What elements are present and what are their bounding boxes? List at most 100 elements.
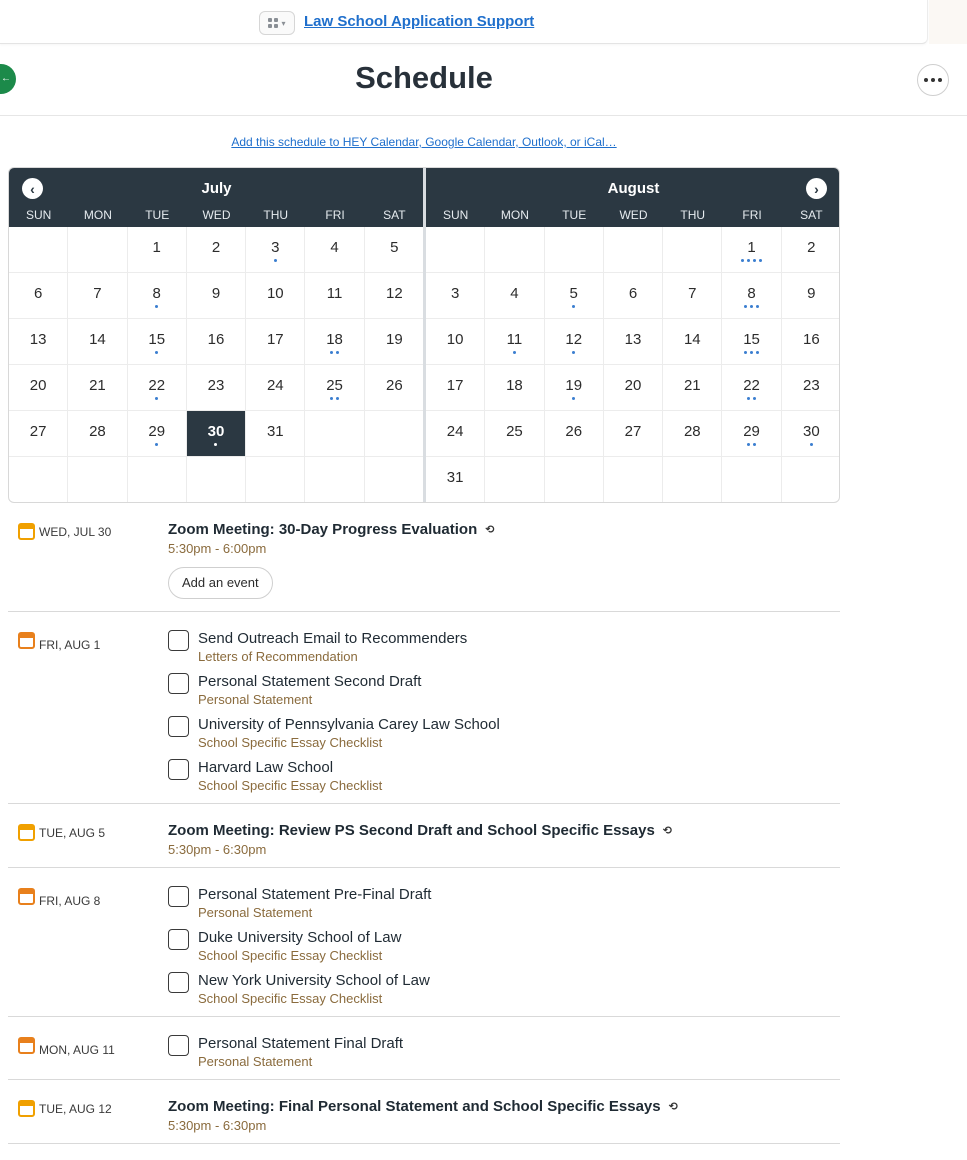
calendar-day[interactable]: 8 [722,273,782,319]
calendar-day[interactable]: 24 [426,411,486,457]
calendar-day[interactable]: 14 [663,319,723,365]
calendar-day[interactable]: 27 [9,411,69,457]
weekday-label: SUN [442,208,469,222]
calendar-day[interactable]: 3 [246,227,306,273]
todo-checkbox[interactable] [168,759,189,780]
calendar-day[interactable]: 8 [127,273,187,319]
calendar-day[interactable]: 7 [663,273,723,319]
calendar-day[interactable]: 14 [68,319,128,365]
calendar-day[interactable]: 4 [305,227,365,273]
project-link[interactable]: Law School Application Support [304,13,534,30]
todo-item: New York University School of Law School … [168,972,840,1006]
calendar-day[interactable]: 18 [485,365,545,411]
calendar-day[interactable]: 10 [426,319,486,365]
calendar-day[interactable]: 16 [186,319,247,365]
calendar-day[interactable]: 17 [426,365,486,411]
calendar-day[interactable]: 20 [9,365,69,411]
calendar-day[interactable]: 10 [246,273,306,319]
calendar-day[interactable]: 6 [603,273,664,319]
add-event-button[interactable]: Add an event [168,567,273,599]
todo-title[interactable]: Personal Statement Second Draft [198,673,421,690]
calendar-day[interactable]: 18 [305,319,365,365]
calendar-day[interactable]: 2 [781,227,839,273]
calendar-day[interactable]: 26 [364,365,424,411]
calendar-day[interactable]: 29 [722,411,782,457]
calendar-day[interactable]: 1 [722,227,782,273]
calendar-day[interactable]: 22 [127,365,187,411]
todo-title[interactable]: University of Pennsylvania Carey Law Sch… [198,716,500,733]
calendar-day[interactable]: 3 [426,273,486,319]
calendar-day[interactable]: 25 [305,365,365,411]
calendar-day[interactable]: 7 [68,273,128,319]
calendar-day[interactable]: 6 [9,273,69,319]
calendar-day[interactable]: 13 [9,319,69,365]
next-month-button[interactable]: › [806,178,827,199]
calendar-day[interactable]: 30 [781,411,839,457]
calendar-day[interactable]: 21 [663,365,723,411]
subscribe-calendar-link[interactable]: Add this schedule to HEY Calendar, Googl… [0,135,848,149]
calendar-day[interactable]: 15 [722,319,782,365]
event-dot [744,351,748,354]
calendar-day[interactable]: 12 [544,319,604,365]
calendar-empty-cell [305,411,365,457]
event-title[interactable]: Zoom Meeting: 30-Day Progress Evaluation… [168,521,840,538]
calendar-day[interactable]: 31 [246,411,306,457]
todo-checkbox[interactable] [168,630,189,651]
calendar-day[interactable]: 4 [485,273,545,319]
todo-title[interactable]: Personal Statement Final Draft [198,1035,403,1052]
todo-checkbox[interactable] [168,972,189,993]
todo-checkbox[interactable] [168,673,189,694]
todo-checkbox[interactable] [168,929,189,950]
day-number: 26 [386,377,403,394]
calendar-day[interactable]: 20 [603,365,664,411]
calendar-day[interactable]: 5 [544,273,604,319]
more-options-button[interactable] [917,64,949,96]
todo-title[interactable]: Duke University School of Law [198,929,401,946]
event-title[interactable]: Zoom Meeting: Final Personal Statement a… [168,1098,840,1115]
todo-checkbox[interactable] [168,886,189,907]
calendar-day[interactable]: 13 [603,319,664,365]
calendar-day[interactable]: 15 [127,319,187,365]
calendar-empty-cell [544,227,604,273]
todo-title[interactable]: New York University School of Law [198,972,430,989]
calendar-day[interactable]: 23 [781,365,839,411]
todo-checkbox[interactable] [168,716,189,737]
calendar-day[interactable]: 27 [603,411,664,457]
calendar-day[interactable]: 16 [781,319,839,365]
event-dot [750,351,754,354]
calendar-day[interactable]: 9 [186,273,247,319]
calendar-day[interactable]: 21 [68,365,128,411]
calendar-day[interactable]: 11 [305,273,365,319]
day-number: 2 [807,239,816,256]
event-title-text: Zoom Meeting: Review PS Second Draft and… [168,822,655,839]
calendar-day[interactable]: 25 [485,411,545,457]
calendar-day[interactable]: 17 [246,319,306,365]
calendar-day[interactable]: 30 [186,411,247,457]
calendar-empty-cell [365,457,424,502]
calendar-day[interactable]: 2 [186,227,247,273]
calendar-day[interactable]: 19 [544,365,604,411]
calendar-day[interactable]: 26 [544,411,604,457]
event-title[interactable]: Zoom Meeting: Review PS Second Draft and… [168,822,840,839]
calendar-day[interactable]: 5 [364,227,424,273]
calendar-day[interactable]: 12 [364,273,424,319]
todo-item: Send Outreach Email to Recommenders Lette… [168,630,840,664]
event-dot [572,305,576,308]
calendar-day[interactable]: 28 [663,411,723,457]
calendar-day[interactable]: 24 [246,365,306,411]
project-switcher-button[interactable]: ▾ [259,11,295,35]
calendar-day[interactable]: 11 [485,319,545,365]
todo-title[interactable]: Send Outreach Email to Recommenders [198,630,467,647]
day-number: 6 [628,285,638,302]
calendar-day[interactable]: 23 [186,365,247,411]
calendar-day[interactable]: 9 [781,273,839,319]
todo-title[interactable]: Harvard Law School [198,759,382,776]
calendar-day[interactable]: 28 [68,411,128,457]
calendar-day[interactable]: 22 [722,365,782,411]
calendar-day[interactable]: 19 [364,319,424,365]
calendar-day[interactable]: 1 [127,227,187,273]
calendar-day[interactable]: 31 [426,457,486,502]
todo-checkbox[interactable] [168,1035,189,1056]
todo-title[interactable]: Personal Statement Pre-Final Draft [198,886,431,903]
calendar-day[interactable]: 29 [127,411,187,457]
